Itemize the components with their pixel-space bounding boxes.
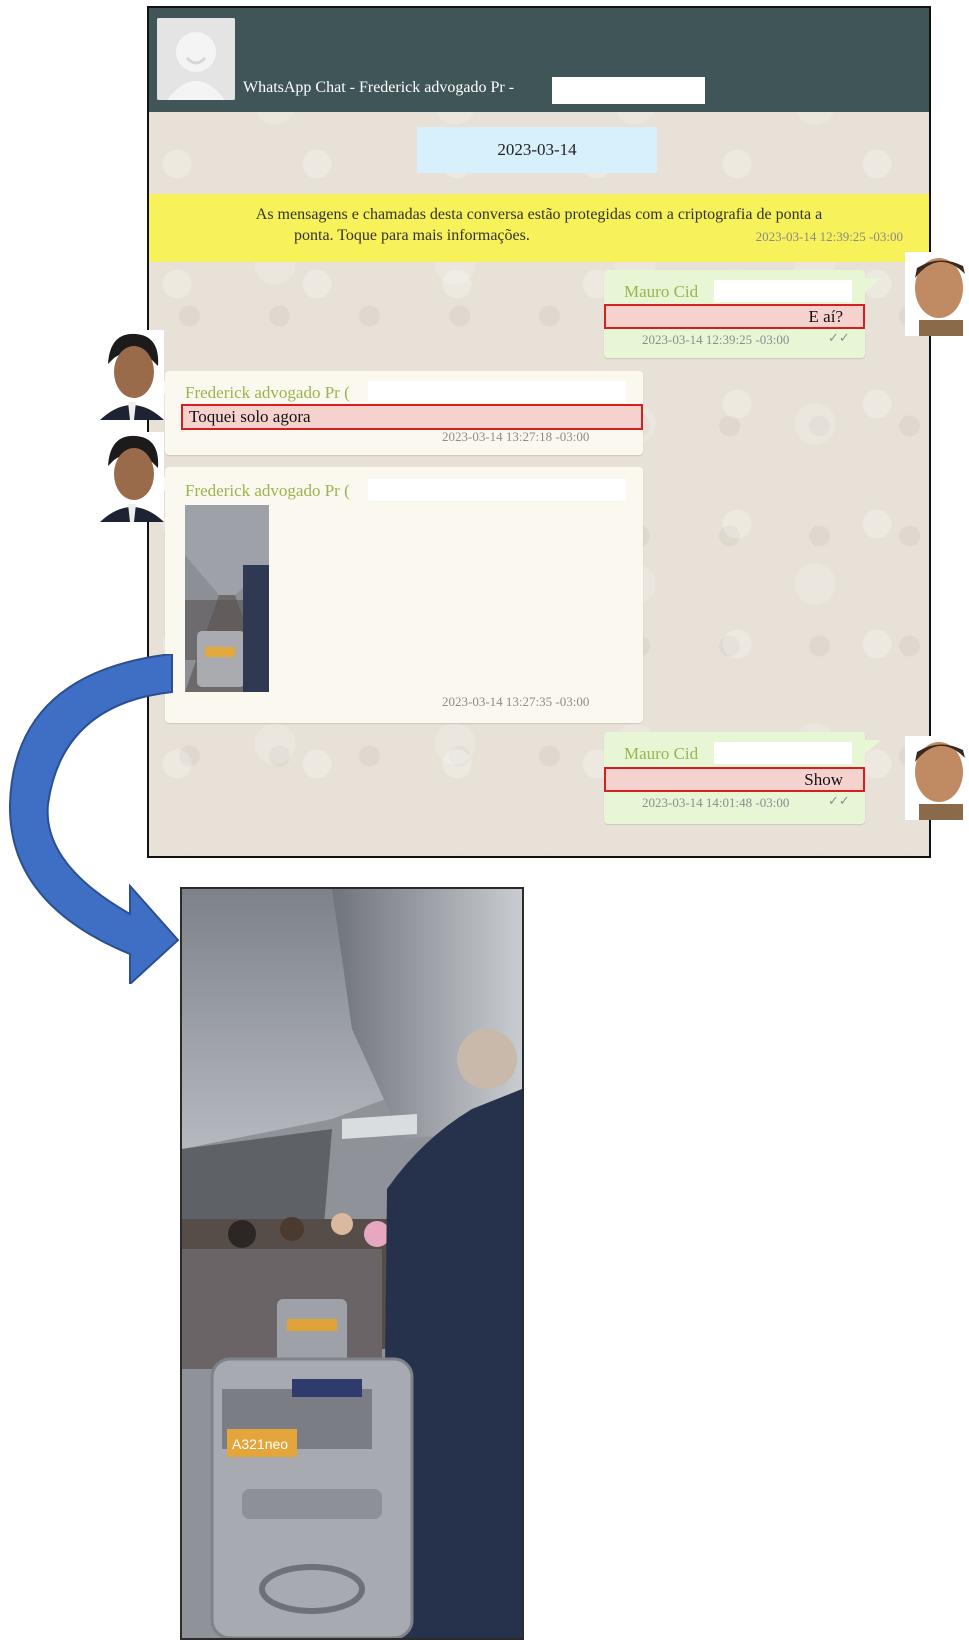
frederick-avatar <box>100 432 164 522</box>
message-bubble-outgoing[interactable]: Mauro Cid E aí? 2023-03-14 12:39:25 -03:… <box>604 270 865 358</box>
message-text: Show <box>804 770 843 789</box>
message-text-highlight: Show <box>604 767 865 792</box>
redaction-box <box>714 742 852 764</box>
chat-header: WhatsApp Chat - Frederick advogado Pr - <box>149 8 929 112</box>
seat-placard-text: A321neo <box>232 1436 288 1452</box>
mauro-cid-avatar <box>905 252 969 336</box>
message-timestamp: 2023-03-14 13:27:35 -03:00 <box>442 694 590 709</box>
double-check-icon: ✓✓ <box>828 330 850 345</box>
default-avatar-icon <box>157 18 235 100</box>
person-face-icon <box>905 736 969 820</box>
person-face-icon <box>100 432 164 522</box>
encryption-notice-line2: ponta. Toque para mais informações. <box>294 227 530 244</box>
message-bubble-outgoing[interactable]: Mauro Cid Show 2023-03-14 14:01:48 -03:0… <box>604 732 865 824</box>
frederick-avatar <box>100 330 164 420</box>
redaction-box <box>714 280 852 302</box>
bubble-tail <box>865 740 881 754</box>
encryption-notice[interactable]: As mensagens e chamadas desta conversa e… <box>149 194 929 262</box>
date-divider: 2023-03-14 <box>417 127 657 173</box>
chat-window: WhatsApp Chat - Frederick advogado Pr - … <box>147 6 931 858</box>
sender-name: Frederick advogado Pr ( <box>185 383 350 402</box>
chat-title: WhatsApp Chat - Frederick advogado Pr - <box>243 79 515 96</box>
sender-name: Mauro Cid <box>624 744 699 763</box>
curved-arrow-icon <box>8 654 180 984</box>
sender-name: Frederick advogado Pr ( <box>185 481 350 500</box>
message-bubble-incoming[interactable]: Frederick advogado Pr ( Toquei solo agor… <box>165 371 643 455</box>
redaction-box <box>368 381 626 403</box>
person-face-icon <box>100 330 164 420</box>
enlarged-cabin-photo: A321neo <box>180 887 524 1640</box>
bubble-tail <box>865 278 881 292</box>
person-face-icon <box>905 252 969 336</box>
mauro-cid-avatar <box>905 736 969 820</box>
message-text-highlight: E aí? <box>604 304 865 329</box>
airplane-cabin-photo: A321neo <box>182 889 522 1638</box>
message-text-highlight: Toquei solo agora <box>181 404 643 430</box>
message-text: E aí? <box>808 307 843 326</box>
encryption-notice-timestamp: 2023-03-14 12:39:25 -03:00 <box>755 229 903 244</box>
message-text: Toquei solo agora <box>189 407 311 426</box>
encryption-notice-line1: As mensagens e chamadas desta conversa e… <box>255 206 823 223</box>
redaction-box <box>552 77 705 104</box>
contact-avatar-placeholder[interactable] <box>157 18 235 100</box>
double-check-icon: ✓✓ <box>828 793 850 808</box>
redaction-box <box>368 479 626 501</box>
sender-name: Mauro Cid <box>624 282 699 301</box>
message-timestamp: 2023-03-14 14:01:48 -03:00 <box>642 795 790 810</box>
message-timestamp: 2023-03-14 13:27:18 -03:00 <box>442 429 590 444</box>
message-timestamp: 2023-03-14 12:39:25 -03:00 <box>642 332 790 347</box>
